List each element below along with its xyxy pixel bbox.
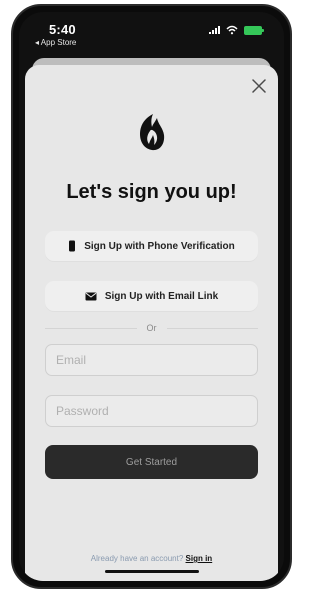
back-to-app-store-link[interactable]: ◂ App Store <box>35 38 76 47</box>
sign-up-phone-label: Sign Up with Phone Verification <box>84 240 235 252</box>
app-screen: 5:40 ◂ App Store Let's sign you up! Sign… <box>19 12 284 581</box>
wifi-icon <box>226 25 238 35</box>
or-divider: Or <box>45 321 258 335</box>
status-bar: 5:40 ◂ App Store <box>19 12 284 56</box>
divider-line-left <box>45 327 137 329</box>
close-icon[interactable] <box>252 79 266 93</box>
sign-in-link[interactable]: Sign in <box>186 554 213 563</box>
divider-line-right <box>166 327 258 329</box>
close-button[interactable] <box>247 74 271 98</box>
signup-sheet: Let's sign you up! Sign Up with Phone Ve… <box>25 65 278 581</box>
battery-icon <box>244 25 264 35</box>
sign-in-prompt-text: Already have an account? <box>90 554 184 563</box>
status-icons <box>209 25 264 35</box>
signal-icon <box>209 26 220 34</box>
get-started-label: Get Started <box>125 456 178 468</box>
home-indicator[interactable] <box>104 570 199 573</box>
status-time: 5:40 <box>49 22 76 37</box>
page-title: Let's sign you up! <box>66 181 237 203</box>
sign-up-phone-button[interactable]: Sign Up with Phone Verification <box>45 231 258 261</box>
phone-icon <box>69 240 76 252</box>
sign-up-email-link-button[interactable]: Sign Up with Email Link <box>45 281 258 311</box>
phone-frame: 5:40 ◂ App Store Let's sign you up! Sign… <box>11 4 292 589</box>
sign-in-prompt: Already have an account? Sign in <box>25 554 278 563</box>
divider-text: Or <box>146 323 157 333</box>
password-field[interactable] <box>45 395 258 427</box>
flame-logo-icon <box>139 114 164 151</box>
envelope-icon <box>85 292 97 300</box>
get-started-button[interactable]: Get Started <box>45 445 258 479</box>
sign-up-email-link-label: Sign Up with Email Link <box>104 290 219 302</box>
email-field[interactable] <box>45 344 258 376</box>
